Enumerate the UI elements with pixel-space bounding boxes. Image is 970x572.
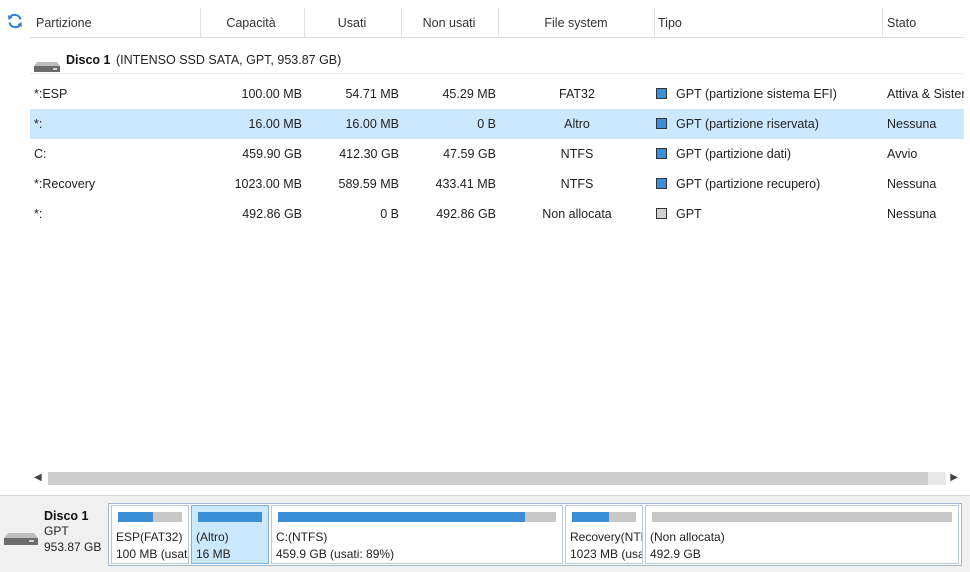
- used-cell: 0 B: [380, 207, 399, 221]
- status-cell: Attiva & Sistema: [887, 87, 964, 101]
- capacity-cell: 492.86 GB: [242, 207, 302, 221]
- filesystem-cell: Altro: [564, 117, 590, 131]
- usage-bar: [118, 512, 182, 522]
- usage-fill: [198, 512, 262, 522]
- type-cell: GPT (partizione recupero): [656, 169, 884, 199]
- disk-map-scheme: GPT: [44, 524, 69, 538]
- column-filesystem[interactable]: File system: [498, 8, 654, 38]
- partition-cell: *:: [34, 207, 43, 221]
- status-cell: Nessuna: [887, 177, 937, 191]
- capacity-cell: 459.90 GB: [242, 147, 302, 161]
- usage-fill: [572, 512, 610, 522]
- disk-row[interactable]: Disco 1 (INTENSO SSD SATA, GPT, 953.87 G…: [30, 46, 964, 74]
- column-used[interactable]: Usati: [304, 8, 400, 38]
- chevron-right-icon[interactable]: ▶: [950, 472, 958, 483]
- disk-summary[interactable]: Disco 1 GPT 953.87 GB: [2, 503, 106, 565]
- used-cell: 54.71 MB: [345, 87, 399, 101]
- status-cell: Avvio: [887, 147, 918, 161]
- partition-block[interactable]: (Altro) 16 MB: [191, 505, 269, 564]
- refresh-icon[interactable]: [6, 12, 24, 30]
- partition-block-detail: 100 MB (usati: 55%): [116, 547, 188, 561]
- column-unused[interactable]: Non usati: [401, 8, 497, 38]
- partition-cell: *:ESP: [34, 87, 68, 101]
- type-cell: GPT (partizione dati): [656, 139, 884, 169]
- type-cell: GPT: [656, 199, 884, 229]
- type-cell: GPT (partizione sistema EFI): [656, 79, 884, 109]
- filesystem-cell: FAT32: [559, 87, 595, 101]
- type-label: GPT (partizione sistema EFI): [676, 87, 837, 101]
- used-cell: 412.30 GB: [339, 147, 399, 161]
- partition-block-detail: 459.9 GB (usati: 89%): [276, 547, 395, 561]
- type-label: GPT (partizione dati): [676, 147, 792, 161]
- usage-fill: [278, 512, 526, 522]
- used-cell: 16.00 MB: [345, 117, 399, 131]
- partition-block-detail: 16 MB: [196, 547, 231, 561]
- partition-color-icon: [656, 178, 667, 189]
- type-cell: GPT (partizione riservata): [656, 109, 884, 139]
- table-row[interactable]: *: 492.86 GB 0 B 492.86 GB Non allocata GPT Ne…: [30, 199, 964, 229]
- partition-block-label: (Altro): [196, 530, 229, 544]
- partition-color-icon: [656, 148, 667, 159]
- partition-block-label: ESP(FAT32): [116, 530, 183, 544]
- partition-block[interactable]: (Non allocata) 492.9 GB: [645, 505, 959, 564]
- scrollbar-track[interactable]: [928, 472, 946, 485]
- partition-cell: C:: [34, 147, 47, 161]
- table-row[interactable]: C: 459.90 GB 412.30 GB 47.59 GB NTFS GPT (par…: [30, 139, 964, 169]
- column-type[interactable]: Tipo: [658, 8, 882, 38]
- type-label: GPT (partizione riservata): [676, 117, 819, 131]
- filesystem-cell: NTFS: [560, 177, 594, 191]
- partition-cell: *:Recovery: [34, 177, 96, 191]
- capacity-cell: 1023.00 MB: [234, 177, 302, 191]
- unused-cell: 0 B: [477, 117, 496, 131]
- partition-block-label: (Non allocata): [650, 530, 725, 544]
- partition-block-detail: 1023 MB (usati: 58%): [570, 547, 642, 561]
- scrollbar-thumb[interactable]: [48, 472, 928, 485]
- column-status[interactable]: Stato: [887, 8, 964, 38]
- horizontal-scrollbar[interactable]: ◀ ▶: [30, 470, 964, 487]
- usage-bar: [278, 512, 556, 522]
- partition-color-icon: [656, 208, 667, 219]
- type-label: GPT (partizione recupero): [676, 177, 821, 191]
- partition-cell: *:: [34, 117, 43, 131]
- capacity-cell: 100.00 MB: [241, 87, 302, 101]
- chevron-left-icon[interactable]: ◀: [34, 472, 42, 483]
- unused-cell: 492.86 GB: [436, 207, 496, 221]
- filesystem-cell: Non allocata: [542, 207, 612, 221]
- partition-block-label: C:(NTFS): [276, 530, 328, 544]
- disk-map-name: Disco 1: [44, 509, 89, 523]
- type-label: GPT: [676, 207, 702, 221]
- filesystem-cell: NTFS: [560, 147, 594, 161]
- partition-block-label: Recovery(NTFS): [570, 530, 642, 544]
- used-cell: 589.59 MB: [338, 177, 399, 191]
- partition-block-detail: 492.9 GB: [650, 547, 701, 561]
- partition-map: ESP(FAT32) 100 MB (usati: 55%) (Altro) 16 M…: [108, 503, 962, 566]
- table-row[interactable]: *:ESP 100.00 MB 54.71 MB 45.29 MB FAT32 GPT (…: [30, 79, 964, 109]
- status-cell: Nessuna: [887, 117, 937, 131]
- partition-block[interactable]: C:(NTFS) 459.9 GB (usati: 89%): [271, 505, 563, 564]
- capacity-cell: 16.00 MB: [248, 117, 302, 131]
- column-capacity[interactable]: Capacità: [200, 8, 302, 38]
- usage-bar: [572, 512, 636, 522]
- usage-bar: [198, 512, 262, 522]
- column-header: Partizione Capacità Usati Non usati File…: [30, 8, 964, 38]
- disk-map-size: 953.87 GB: [44, 540, 102, 554]
- disk-info: (INTENSO SSD SATA, GPT, 953.87 GB): [116, 53, 342, 67]
- disk-name: Disco 1: [66, 53, 111, 67]
- column-partition[interactable]: Partizione: [36, 8, 196, 38]
- partition-color-icon: [656, 88, 667, 99]
- table-row[interactable]: *: 16.00 MB 16.00 MB 0 B Altro GPT (partizion…: [30, 109, 964, 139]
- unused-cell: 45.29 MB: [442, 87, 496, 101]
- partition-block[interactable]: Recovery(NTFS) 1023 MB (usati: 58%): [565, 505, 643, 564]
- partition-block[interactable]: ESP(FAT32) 100 MB (usati: 55%): [111, 505, 189, 564]
- partition-color-icon: [656, 118, 667, 129]
- usage-bar: [652, 512, 952, 522]
- usage-fill: [118, 512, 154, 522]
- unused-cell: 47.59 GB: [443, 147, 496, 161]
- drive-icon: [4, 533, 38, 549]
- table-row[interactable]: *:Recovery 1023.00 MB 589.59 MB 433.41 MB NT…: [30, 169, 964, 199]
- unused-cell: 433.41 MB: [435, 177, 496, 191]
- disk-map-panel: Disco 1 GPT 953.87 GB ESP(FAT32) 100 MB (…: [0, 495, 970, 572]
- status-cell: Nessuna: [887, 207, 937, 221]
